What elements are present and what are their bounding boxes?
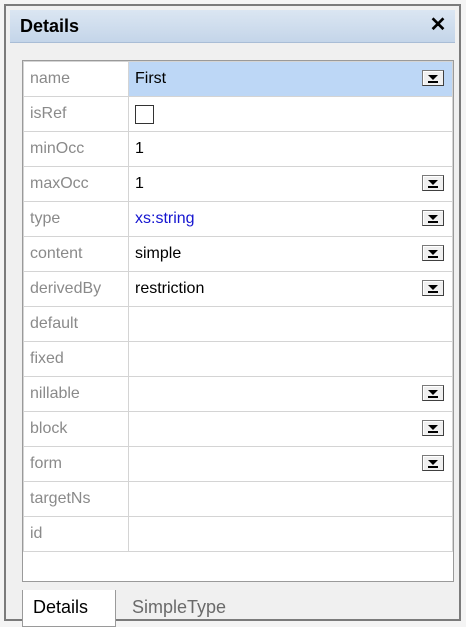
property-row-name[interactable]: name First: [23, 61, 453, 97]
property-label: minOcc: [23, 131, 129, 167]
isref-checkbox[interactable]: [135, 105, 154, 124]
property-label: id: [23, 516, 129, 552]
property-label: nillable: [23, 376, 129, 412]
property-value-content[interactable]: simple: [128, 236, 453, 272]
property-row-fixed[interactable]: fixed: [23, 341, 453, 377]
property-value-text: 1: [135, 175, 144, 192]
property-row-content[interactable]: content simple: [23, 236, 453, 272]
close-icon[interactable]: ✕: [427, 14, 449, 36]
dropdown-arrow-icon[interactable]: [422, 210, 444, 226]
property-row-block[interactable]: block: [23, 411, 453, 447]
dropdown-arrow-icon[interactable]: [422, 70, 444, 86]
property-value-isref[interactable]: [128, 96, 453, 132]
property-value-derivedby[interactable]: restriction: [128, 271, 453, 307]
property-value-text: simple: [135, 245, 182, 262]
property-value-text: First: [135, 70, 167, 87]
dropdown-arrow-icon[interactable]: [422, 245, 444, 261]
property-label: block: [23, 411, 129, 447]
property-label: maxOcc: [23, 166, 129, 202]
property-label: derivedBy: [23, 271, 129, 307]
property-value-minocc[interactable]: 1: [128, 131, 453, 167]
dropdown-arrow-icon[interactable]: [422, 455, 444, 471]
property-row-maxocc[interactable]: maxOcc 1: [23, 166, 453, 202]
property-label: type: [23, 201, 129, 237]
property-row-default[interactable]: default: [23, 306, 453, 342]
dropdown-arrow-icon[interactable]: [422, 175, 444, 191]
property-value-block[interactable]: [128, 411, 453, 447]
property-value-nillable[interactable]: [128, 376, 453, 412]
property-row-derivedby[interactable]: derivedBy restriction: [23, 271, 453, 307]
tab-details[interactable]: Details: [22, 590, 116, 627]
property-row-minocc[interactable]: minOcc 1: [23, 131, 453, 167]
property-row-targetns[interactable]: targetNs: [23, 481, 453, 517]
property-value-text: restriction: [135, 280, 205, 297]
property-table: name First isRef minOcc 1 maxOcc 1 type …: [23, 61, 453, 552]
property-label: content: [23, 236, 129, 272]
property-label: form: [23, 446, 129, 482]
property-row-nillable[interactable]: nillable: [23, 376, 453, 412]
details-panel: Details ✕ name First isRef minOcc 1 maxO…: [4, 4, 461, 627]
property-value-default[interactable]: [128, 306, 453, 342]
dropdown-arrow-icon[interactable]: [422, 385, 444, 401]
property-row-id[interactable]: id: [23, 516, 453, 552]
panel-title: Details: [20, 16, 80, 36]
property-value-targetns[interactable]: [128, 481, 453, 517]
property-value-id[interactable]: [128, 516, 453, 552]
property-row-type[interactable]: type xs:string: [23, 201, 453, 237]
property-label: fixed: [23, 341, 129, 377]
property-value-maxocc[interactable]: 1: [128, 166, 453, 202]
dropdown-arrow-icon[interactable]: [422, 420, 444, 436]
property-row-isref[interactable]: isRef: [23, 96, 453, 132]
property-row-form[interactable]: form: [23, 446, 453, 482]
property-value-fixed[interactable]: [128, 341, 453, 377]
property-label: isRef: [23, 96, 129, 132]
property-grid: name First isRef minOcc 1 maxOcc 1 type …: [22, 60, 454, 582]
property-value-name[interactable]: First: [128, 61, 453, 97]
tab-strip: Details SimpleType: [22, 590, 454, 627]
property-label: targetNs: [23, 481, 129, 517]
tab-simpletype[interactable]: SimpleType: [122, 590, 236, 627]
property-value-type[interactable]: xs:string: [128, 201, 453, 237]
dropdown-arrow-icon[interactable]: [422, 280, 444, 296]
property-value-form[interactable]: [128, 446, 453, 482]
title-bar: Details ✕: [10, 10, 455, 43]
property-value-text: xs:string: [135, 210, 195, 227]
property-label: name: [23, 61, 129, 97]
property-label: default: [23, 306, 129, 342]
